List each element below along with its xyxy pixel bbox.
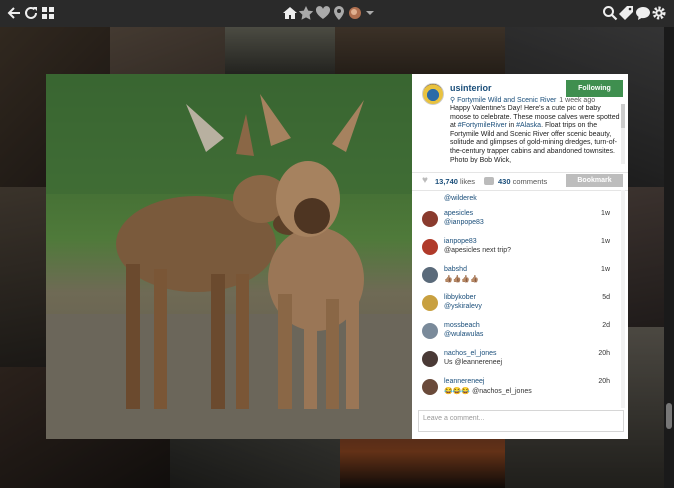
post-sidebar: usinterior Following ⚲ Fortymile Wild an…: [412, 74, 628, 439]
comment-time: 5d: [602, 294, 610, 301]
post-caption: Happy Valentine's Day! Here's a cute pic…: [450, 105, 622, 163]
comment-input[interactable]: Leave a comment...: [418, 410, 624, 432]
commenter-avatar[interactable]: [422, 295, 438, 311]
post-header: usinterior Following ⚲ Fortymile Wild an…: [412, 74, 628, 169]
comment-row: apesicles @ianpope83 1w: [412, 209, 628, 235]
comment-mention[interactable]: @ianpope83: [444, 219, 484, 226]
profile-avatar-icon[interactable]: [347, 5, 363, 21]
back-arrow-icon[interactable]: [6, 5, 22, 21]
likes-label: likes: [460, 177, 476, 186]
tag-icon[interactable]: [618, 5, 634, 21]
comment-list: @wilderek apesicles @ianpope83 1w ianpop…: [412, 190, 628, 408]
caption-scrollbar-thumb[interactable]: [621, 104, 625, 128]
comment-row: @wilderek: [412, 191, 628, 211]
comment-time: 2d: [602, 322, 610, 329]
comment-text: @yskiralevy: [444, 303, 482, 310]
bookmark-button[interactable]: Bookmark: [566, 174, 623, 187]
refresh-icon[interactable]: [23, 5, 39, 21]
comment-time: 20h: [598, 378, 610, 385]
comment-text: @ianpope83: [444, 219, 484, 226]
post-modal: usinterior Following ⚲ Fortymile Wild an…: [46, 74, 628, 439]
comment-text: 👍🏽👍🏽👍🏽👍🏽: [444, 276, 479, 283]
comment-row: nachos_el_jones Us @leannereneej 20h: [412, 349, 628, 375]
grid-icon[interactable]: [40, 5, 56, 21]
commenter-avatar[interactable]: [422, 351, 438, 367]
search-icon[interactable]: [602, 5, 618, 21]
likes-number: 13,740: [435, 177, 458, 186]
comment-mention[interactable]: @wilderek: [444, 195, 477, 202]
gear-icon[interactable]: [651, 5, 667, 21]
home-icon[interactable]: [282, 5, 298, 21]
page-scrollbar[interactable]: [664, 27, 674, 488]
post-time: 1 week ago: [559, 97, 596, 104]
caption-text: in: [506, 122, 517, 130]
commenter-username[interactable]: apesicles: [444, 210, 473, 217]
post-username[interactable]: usinterior: [450, 83, 492, 93]
commenter-username[interactable]: nachos_el_jones: [444, 350, 497, 357]
comment-time: 1w: [601, 266, 610, 273]
comment-text: 😂😂😂 @nachos_el_jones: [444, 388, 532, 395]
comment-mention[interactable]: @yskiralevy: [444, 303, 482, 310]
commenter-avatar[interactable]: [422, 267, 438, 283]
commenter-username[interactable]: leannereneej: [444, 378, 484, 385]
commenter-avatar[interactable]: [422, 379, 438, 395]
commenter-avatar[interactable]: [422, 239, 438, 255]
comment-text: @wulawulas: [444, 331, 483, 338]
comment-time: 1w: [601, 238, 610, 245]
comment-bubble-icon[interactable]: [484, 177, 494, 185]
comment-time: 20h: [598, 350, 610, 357]
hashtag-link[interactable]: #Alaska: [516, 122, 541, 129]
location-pin-icon: ⚲: [450, 97, 456, 104]
user-avatar[interactable]: [422, 83, 444, 105]
hashtag-link[interactable]: #FortymileRiver: [458, 122, 507, 129]
following-button[interactable]: Following: [566, 80, 623, 97]
star-icon[interactable]: [298, 5, 314, 21]
commenter-username[interactable]: ianpope83: [444, 238, 477, 245]
page-scrollbar-thumb[interactable]: [666, 403, 672, 429]
commenter-avatar[interactable]: [422, 323, 438, 339]
comment-list-scrollbar[interactable]: [621, 190, 625, 408]
post-location: ⚲ Fortymile Wild and Scenic River 1 week …: [450, 96, 595, 104]
comment-row: ianpope83 @apesicles next trip? 1w: [412, 237, 628, 263]
comment-row: leannereneej 😂😂😂 @nachos_el_jones 20h: [412, 377, 628, 403]
comment-time: 1w: [601, 210, 610, 217]
commenter-avatar[interactable]: [422, 211, 438, 227]
commenter-username[interactable]: libbykober: [444, 294, 476, 301]
comment-mention[interactable]: @wulawulas: [444, 331, 483, 338]
commenter-username[interactable]: mossbeach: [444, 322, 480, 329]
like-heart-icon[interactable]: ♥: [422, 176, 432, 186]
comment-text: @apesicles next trip?: [444, 247, 512, 254]
comments-label: comments: [512, 177, 548, 186]
comment-icon[interactable]: [635, 5, 651, 21]
post-photo[interactable]: [46, 74, 412, 439]
comment-text: @wilderek: [444, 195, 477, 202]
location-pin-icon[interactable]: [331, 5, 347, 21]
top-toolbar: [0, 0, 674, 27]
comment-row: babshd 👍🏽👍🏽👍🏽👍🏽 1w: [412, 265, 628, 291]
comment-text: Us @leannereneej: [444, 359, 503, 366]
location-link[interactable]: Fortymile Wild and Scenic River: [457, 97, 556, 104]
heart-icon[interactable]: [315, 5, 331, 21]
commenter-username[interactable]: babshd: [444, 266, 467, 273]
likes-count[interactable]: 13,740 likes: [435, 177, 475, 186]
comment-row: mossbeach @wulawulas 2d: [412, 321, 628, 347]
comment-row: libbykober @yskiralevy 5d: [412, 293, 628, 319]
comments-number: 430: [498, 177, 511, 186]
caption-scrollbar[interactable]: [621, 104, 625, 164]
chevron-down-icon[interactable]: [362, 5, 378, 21]
comments-count[interactable]: 430 comments: [498, 177, 547, 186]
